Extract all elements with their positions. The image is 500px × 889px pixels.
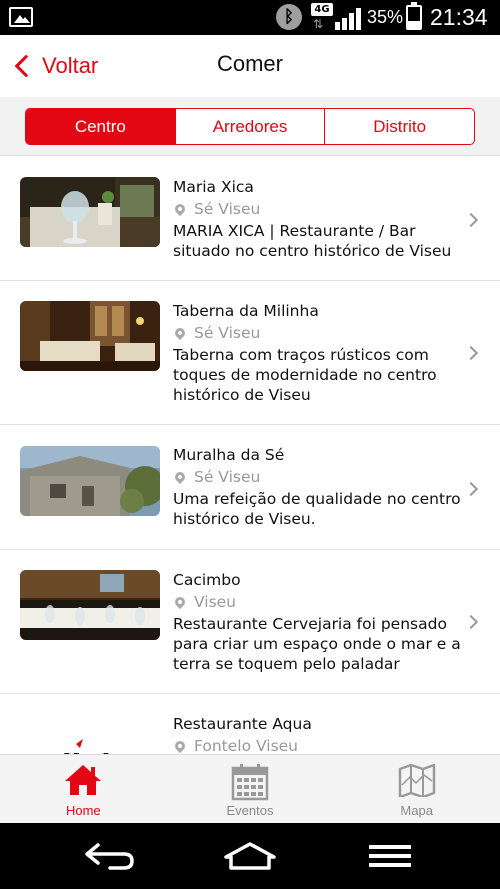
restaurant-location: Sé Viseu [172,468,261,486]
battery-percentage: 35% [367,7,404,27]
back-nav-icon[interactable] [84,841,136,871]
app-header: Voltar Comer [0,35,500,97]
segment-centro[interactable]: Centro [26,109,175,144]
location-label: Fontelo Viseu [194,737,299,754]
restaurant-list[interactable]: Maria Xica Sé Viseu MARIA XICA | Restaur… [0,157,500,754]
list-item[interactable]: Muralha da Sé Sé Viseu Uma refeição de q… [0,425,500,550]
restaurant-logo: link [20,714,160,754]
restaurant-location: Sé Viseu [172,200,261,218]
tab-eventos-label: Eventos [226,803,274,818]
restaurant-name: Muralha da Sé [173,446,285,464]
restaurant-photo [20,301,160,371]
network-type-icon: 4G ⇅ [311,3,333,32]
page-title: Comer [216,51,283,76]
tab-home[interactable]: Home [0,755,167,823]
location-pin-icon [172,201,188,217]
chevron-right-icon [463,614,479,630]
list-item[interactable]: Maria Xica Sé Viseu MARIA XICA | Restaur… [0,157,500,281]
list-item[interactable]: link Restaurante Aqua Fontelo Viseu [0,694,500,754]
image-notification-icon [9,7,33,27]
restaurant-photo [20,446,160,516]
segment-bar: Centro Arredores Distrito [0,97,500,156]
restaurant-location: Viseu [172,593,237,611]
system-navigation-bar [0,823,500,889]
chevron-right-icon [463,345,479,361]
location-label: Sé Viseu [194,468,261,486]
map-icon [398,763,435,797]
restaurant-photo [20,570,160,640]
battery-icon [406,2,422,30]
tab-mapa-label: Mapa [400,803,433,818]
restaurant-description: Uma refeição de qualidade no centro hist… [173,490,461,528]
segment-arredores[interactable]: Arredores [174,109,325,144]
restaurant-name: Cacimbo [173,571,241,589]
list-item[interactable]: Taberna da Milinha Sé Viseu Taberna com … [0,281,500,425]
clock: 21:34 [430,4,488,30]
chevron-right-icon [463,481,479,497]
signal-strength-icon [335,8,363,30]
restaurant-description: Taberna com traços rústicos com toques d… [173,346,437,404]
home-nav-icon[interactable] [223,841,277,871]
restaurant-location: Fontelo Viseu [172,737,299,754]
status-bar: ᛒ 4G ⇅ 35% 21:34 [0,0,500,35]
menu-nav-icon[interactable] [367,841,413,871]
location-pin-icon [172,469,188,485]
location-label: Viseu [194,593,237,611]
list-item[interactable]: Cacimbo Viseu Restaurante Cervejaria foi… [0,550,500,694]
restaurant-name: Maria Xica [173,178,254,196]
tab-mapa[interactable]: Mapa [333,755,500,823]
restaurant-description: MARIA XICA | Restaurante / Bar situado n… [173,222,452,260]
tab-eventos[interactable]: Eventos [167,755,334,823]
location-label: Sé Viseu [194,200,261,218]
restaurant-name: Restaurante Aqua [173,715,312,733]
calendar-icon [231,764,269,801]
restaurant-name: Taberna da Milinha [173,302,319,320]
home-icon [65,765,102,795]
segmented-control: Centro Arredores Distrito [25,108,475,145]
network-type-label: 4G [311,3,333,16]
restaurant-location: Sé Viseu [172,324,261,342]
restaurant-photo [20,177,160,247]
location-pin-icon [172,738,188,754]
chevron-right-icon [463,212,479,228]
bottom-navigation: Home Eventos Mapa [0,754,500,823]
location-label: Sé Viseu [194,324,261,342]
location-pin-icon [172,325,188,341]
restaurant-description: Restaurante Cervejaria foi pensado para … [173,615,461,673]
bluetooth-icon: ᛒ [276,4,302,30]
tab-home-label: Home [65,803,101,818]
segment-distrito[interactable]: Distrito [324,109,474,144]
location-pin-icon [172,594,188,610]
